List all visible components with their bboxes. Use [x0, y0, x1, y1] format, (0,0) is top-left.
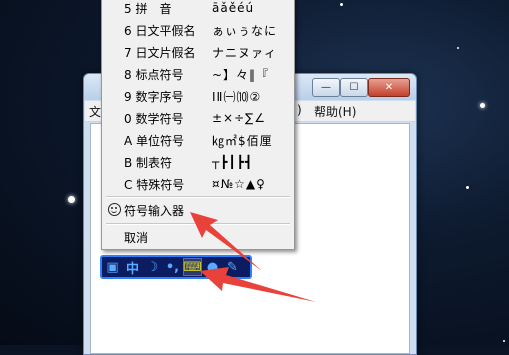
arrow-to-symbol-input — [190, 212, 262, 271]
arrow-to-soft-keyboard — [200, 267, 316, 302]
annotation-arrows — [190, 212, 316, 302]
